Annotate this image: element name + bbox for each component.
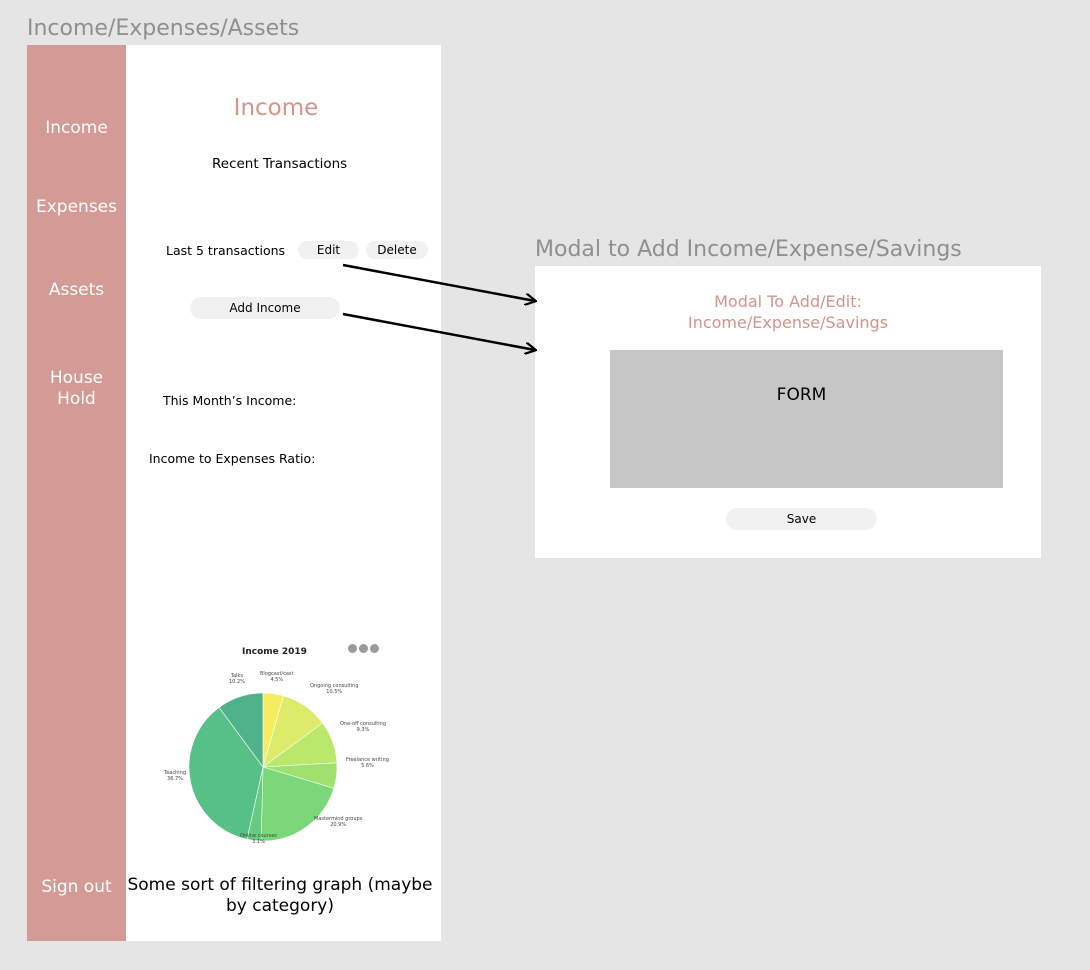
arrow-edit-to-modal — [342, 263, 535, 301]
flow-arrows — [342, 263, 1090, 970]
arrow-add-to-modal — [342, 312, 535, 350]
